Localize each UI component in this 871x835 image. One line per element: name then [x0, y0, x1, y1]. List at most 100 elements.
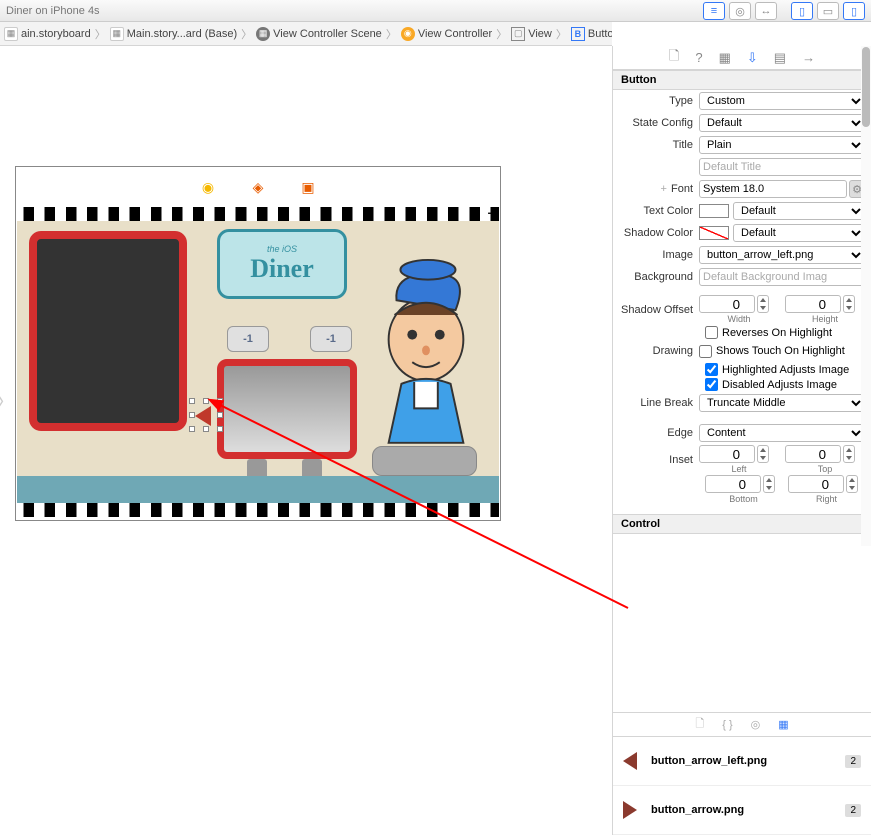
shadowcolor-select[interactable]: Default [733, 224, 865, 242]
stepper[interactable] [757, 445, 769, 463]
code-snippet-icon[interactable]: { } [722, 719, 732, 731]
selection-handle[interactable] [203, 426, 209, 432]
exit-icon[interactable]: ▣ [298, 177, 318, 197]
arrow-right-icon [623, 801, 637, 819]
font-label: +Font [619, 183, 699, 195]
vc-badge-icon[interactable]: ◉ [198, 177, 218, 197]
stepper[interactable] [846, 475, 858, 493]
arrow-left-button[interactable] [195, 406, 211, 426]
decrement-button-1[interactable]: -1 [227, 326, 269, 352]
background-input[interactable] [699, 268, 865, 286]
bottom-panel-icon[interactable]: ▭ [817, 2, 839, 20]
storyboard-icon: ▦ [4, 27, 18, 41]
shows-label: Shows Touch On Highlight [716, 345, 845, 357]
selection-handle[interactable] [189, 412, 195, 418]
canvas[interactable]: 〉 ◉ ◈ ▣ ━ the iOS Diner -1 -1 [0, 46, 612, 835]
title-select[interactable]: Plain [699, 136, 865, 154]
inspector-tabs: 🗋 ? ▦ ⇩ ▤ → [613, 46, 871, 70]
media-item-arrow[interactable]: button_arrow.png 2 [613, 786, 871, 835]
inset-right-input[interactable] [788, 475, 844, 493]
selection-handle[interactable] [217, 398, 223, 404]
type-select[interactable]: Custom [699, 92, 865, 110]
edge-label: Edge [619, 427, 699, 439]
linebreak-label: Line Break [619, 397, 699, 409]
stepper[interactable] [843, 445, 855, 463]
left-sublabel: Left [699, 464, 779, 474]
chalkboard [29, 231, 187, 431]
stepper[interactable] [763, 475, 775, 493]
inset-bottom-input[interactable] [705, 475, 761, 493]
library-panel: 🗋 { } ◎ ▦ button_arrow_left.png 2 button… [613, 712, 871, 835]
count-badge: 2 [845, 804, 861, 817]
inset-label: Inset [619, 454, 699, 466]
scrollbar-track[interactable] [861, 46, 871, 546]
inset-left-input[interactable] [699, 445, 755, 463]
disabled-checkbox[interactable] [705, 378, 718, 391]
inspector-scroll[interactable]: Button TypeCustom State ConfigDefault Ti… [613, 70, 871, 712]
selection-handle[interactable] [217, 426, 223, 432]
breadcrumb-button[interactable]: BButton [571, 27, 612, 41]
breadcrumb: ▦ain.storyboard〉 ▦Main.story...ard (Base… [0, 22, 612, 46]
top-sublabel: Top [785, 464, 865, 474]
selection-handle[interactable] [189, 426, 195, 432]
type-label: Type [619, 95, 699, 107]
linebreak-select[interactable]: Truncate Middle [699, 394, 865, 412]
shows-checkbox[interactable] [699, 345, 712, 358]
help-inspector-icon[interactable]: ? [695, 50, 702, 65]
size-inspector-icon[interactable]: ▤ [774, 50, 786, 66]
reverses-checkbox[interactable] [705, 326, 718, 339]
stepper[interactable] [843, 295, 855, 313]
attributes-inspector-icon[interactable]: ⇩ [747, 50, 758, 66]
right-panel-icon[interactable]: ▯ [843, 2, 865, 20]
arrow-left-icon [623, 752, 637, 770]
breadcrumb-storyboard[interactable]: ▦ain.storyboard [4, 27, 91, 41]
background-label: Background [619, 271, 699, 283]
selection-handle[interactable] [217, 412, 223, 418]
breadcrumb-viewcontroller[interactable]: ◉View Controller [401, 27, 492, 41]
stepper[interactable] [757, 295, 769, 313]
diner-scene[interactable]: ━ the iOS Diner -1 -1 [17, 207, 499, 517]
decrement-button-2[interactable]: -1 [310, 326, 352, 352]
selection-handle[interactable] [189, 398, 195, 404]
font-input[interactable] [699, 180, 847, 198]
image-label: Image [619, 249, 699, 261]
image-select[interactable]: button_arrow_left.png [699, 246, 865, 264]
state-select[interactable]: Default [699, 114, 865, 132]
object-library-icon[interactable]: ◎ [751, 718, 761, 731]
disabled-label: Disabled Adjusts Image [722, 379, 837, 391]
highlighted-checkbox[interactable] [705, 363, 718, 376]
breadcrumb-view[interactable]: ▢View [511, 27, 552, 41]
first-responder-icon[interactable]: ◈ [248, 177, 268, 197]
shadow-width-input[interactable] [699, 295, 755, 313]
assistant-editor-icon[interactable]: ◎ [729, 2, 751, 20]
left-panel-icon[interactable]: ▯ [791, 2, 813, 20]
breadcrumb-base[interactable]: ▦Main.story...ard (Base) [110, 27, 237, 41]
canvas-back-arrow-icon[interactable]: 〉 [0, 386, 15, 415]
scrollbar-thumb[interactable] [862, 47, 870, 127]
connections-inspector-icon[interactable]: → [802, 50, 815, 65]
textcolor-select[interactable]: Default [733, 202, 865, 220]
standard-editor-icon[interactable]: ≡ [703, 2, 725, 20]
title-input[interactable] [699, 158, 865, 176]
status-bar: ━ [488, 209, 493, 218]
drawing-label: Drawing [619, 345, 699, 357]
file-template-icon[interactable]: 🗋 [695, 715, 704, 734]
inspector-panel: 🗋 ? ▦ ⇩ ▤ → Button TypeCustom State Conf… [612, 46, 871, 835]
breadcrumb-scene[interactable]: ▦View Controller Scene [256, 27, 382, 41]
view-icon: ▢ [511, 27, 525, 41]
identity-inspector-icon[interactable]: ▦ [719, 50, 731, 66]
chef-character [367, 256, 485, 456]
version-editor-icon[interactable]: ↔ [755, 2, 777, 20]
textcolor-swatch[interactable] [699, 204, 729, 218]
button-icon: B [571, 27, 585, 41]
edge-select[interactable]: Content [699, 424, 865, 442]
section-button: Button [613, 70, 871, 90]
media-library-icon[interactable]: ▦ [778, 718, 788, 731]
shadowcolor-swatch[interactable] [699, 226, 729, 240]
file-inspector-icon[interactable]: 🗋 [669, 47, 679, 69]
selection-handle[interactable] [203, 398, 209, 404]
inset-top-input[interactable] [785, 445, 841, 463]
media-item-arrow-left[interactable]: button_arrow_left.png 2 [613, 737, 871, 786]
shadow-height-input[interactable] [785, 295, 841, 313]
device-frame: ◉ ◈ ▣ ━ the iOS Diner -1 -1 [15, 166, 501, 521]
